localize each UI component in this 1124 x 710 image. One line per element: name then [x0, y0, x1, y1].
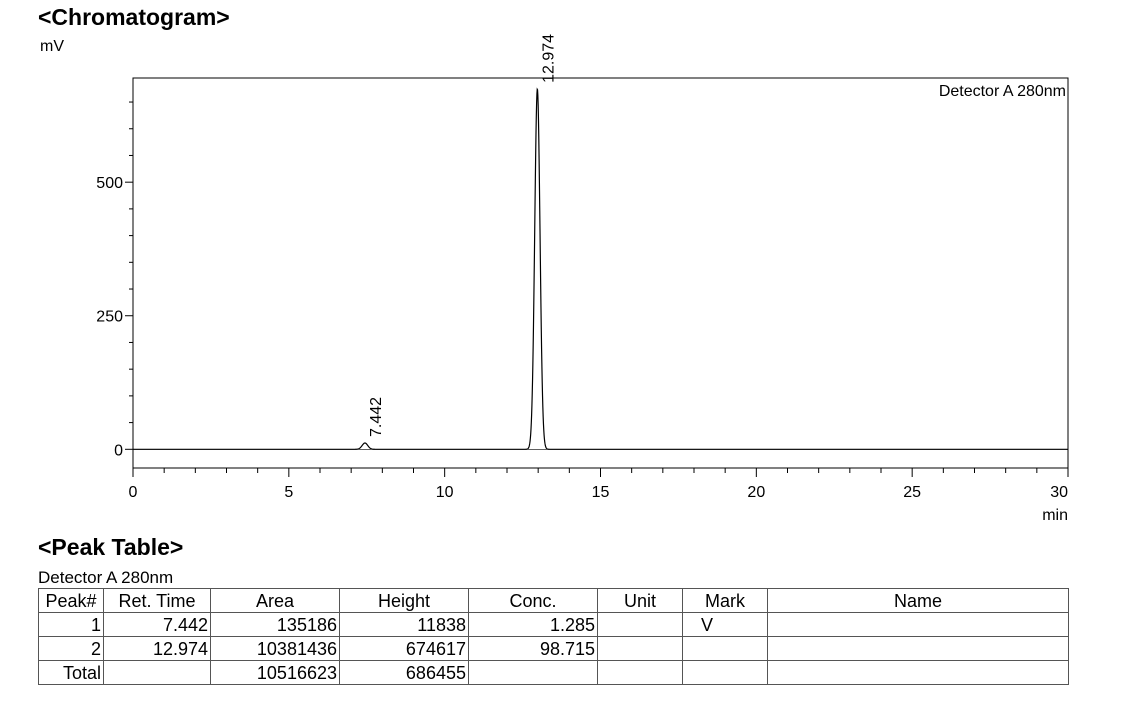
cell-ret-time: 12.974: [103, 636, 211, 661]
cell-conc: 98.715: [468, 636, 598, 661]
col-header-unit: Unit: [597, 588, 683, 613]
cell-conc: [468, 660, 598, 685]
detector-label: Detector A 280nm: [939, 83, 1066, 100]
cell-area: 10381436: [210, 636, 340, 661]
table-row: 2 12.974 10381436 674617 98.715: [38, 636, 1069, 661]
x-tick-label: 30: [1050, 484, 1068, 501]
x-tick-label: 15: [592, 484, 610, 501]
peak-label: 12.974: [540, 34, 557, 83]
cell-peak: 2: [38, 636, 104, 661]
cell-peak: 1: [38, 612, 104, 637]
x-tick-label: 0: [129, 484, 138, 501]
cell-peak: Total: [38, 660, 104, 685]
x-axis-unit-label: min: [1042, 507, 1068, 524]
cell-mark: V: [682, 612, 768, 637]
cell-mark: [682, 660, 768, 685]
y-axis: 0 250 500: [96, 101, 133, 459]
cell-area: 10516623: [210, 660, 340, 685]
x-tick-label: 5: [284, 484, 293, 501]
col-header-peak: Peak#: [38, 588, 104, 613]
peak-table-header-row: Peak# Ret. Time Area Height Conc. Unit M…: [38, 588, 1069, 613]
cell-height: 674617: [339, 636, 469, 661]
peak-table-title: <Peak Table>: [38, 534, 184, 560]
y-tick-label: 500: [96, 175, 123, 192]
col-header-ret-time: Ret. Time: [103, 588, 211, 613]
peak-label: 7.442: [368, 397, 385, 437]
col-header-mark: Mark: [682, 588, 768, 613]
chromatogram-trace: [133, 87, 1068, 450]
x-tick-label: 20: [747, 484, 765, 501]
y-tick-label: 250: [96, 309, 123, 326]
x-tick-label: 25: [903, 484, 921, 501]
cell-ret-time: [103, 660, 211, 685]
cell-name: [767, 636, 1069, 661]
cell-ret-time: 7.442: [103, 612, 211, 637]
x-axis: 0 5 10 15 20 25 30: [129, 449, 1069, 501]
table-row-total: Total 10516623 686455: [38, 660, 1069, 685]
cell-name: [767, 612, 1069, 637]
cell-mark: [682, 636, 768, 661]
cell-unit: [597, 660, 683, 685]
col-header-name: Name: [767, 588, 1069, 613]
cell-area: 135186: [210, 612, 340, 637]
peak-table-caption: Detector A 280nm: [38, 568, 174, 587]
peak-labels: 7.442 12.974: [368, 34, 557, 437]
col-header-conc: Conc.: [468, 588, 598, 613]
col-header-area: Area: [210, 588, 340, 613]
plot-area-frame: [132, 77, 1069, 469]
cell-height: 686455: [339, 660, 469, 685]
cell-height: 11838: [339, 612, 469, 637]
chromatogram-chart: 0 250 500 0 5 10 15 20 25 30 7.442 12.974 Detecto…: [96, 34, 1069, 524]
cell-conc: 1.285: [468, 612, 598, 637]
cell-name: [767, 660, 1069, 685]
y-tick-label: 0: [114, 442, 123, 459]
cell-unit: [597, 612, 683, 637]
x-tick-label: 10: [436, 484, 454, 501]
cell-unit: [597, 636, 683, 661]
peak-table: Peak# Ret. Time Area Height Conc. Unit M…: [38, 588, 1069, 685]
table-row: 1 7.442 135186 11838 1.285 V: [38, 612, 1069, 637]
col-header-height: Height: [339, 588, 469, 613]
